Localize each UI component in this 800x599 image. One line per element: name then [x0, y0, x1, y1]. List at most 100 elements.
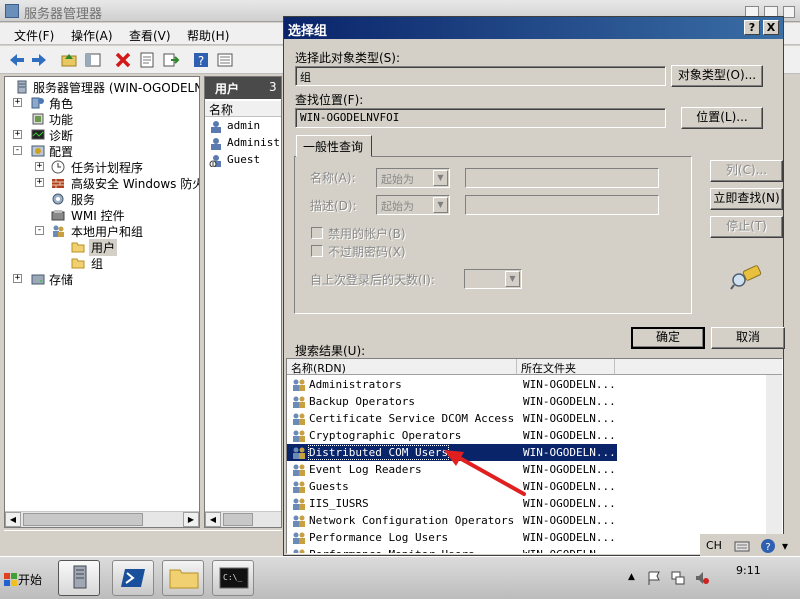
chevron-down-icon[interactable]: ▼ — [433, 197, 448, 213]
show-hidden-icons-icon[interactable]: ▲ — [628, 572, 635, 582]
result-name: Event Log Readers — [309, 463, 422, 476]
user-icon — [211, 138, 221, 150]
object-types-button[interactable]: 对象类型(O)... — [671, 65, 763, 87]
expand-icon[interactable]: + — [35, 162, 44, 171]
name-text-field[interactable] — [465, 168, 659, 188]
show-hide-tree-icon[interactable] — [84, 51, 102, 69]
result-row[interactable]: Backup Operators WIN-OGODELN... — [287, 393, 617, 410]
tree-horizontal-scrollbar[interactable]: ◀ ▶ — [5, 511, 199, 527]
expand-icon[interactable]: + — [35, 178, 44, 187]
action-center-flag-icon[interactable] — [646, 570, 662, 586]
scroll-thumb[interactable] — [23, 513, 143, 526]
find-now-button[interactable]: 立即查找(N) — [710, 188, 783, 210]
scroll-right-icon[interactable]: ▶ — [183, 512, 199, 527]
export-icon[interactable] — [162, 51, 180, 69]
help-question-button[interactable]: ? — [744, 20, 760, 35]
volume-muted-icon[interactable] — [694, 570, 710, 586]
scroll-left-icon[interactable]: ◀ — [5, 512, 21, 527]
dialog-close-button[interactable]: X — [763, 20, 779, 35]
search-results-list: 名称(RDN) 所在文件夹 Administrators WIN-OGODELN.… — [286, 358, 783, 554]
location-field: WIN-OGODELNVFOI — [295, 108, 666, 128]
keyboard-icon[interactable] — [734, 539, 750, 553]
group-icon — [293, 464, 305, 476]
group-icon — [293, 515, 305, 527]
column-header-name-rdn[interactable]: 名称(RDN) — [287, 359, 517, 375]
menu-file[interactable]: 文件(F) — [14, 27, 54, 44]
dialog-title: 选择组 — [288, 24, 328, 39]
network-icon[interactable] — [670, 570, 686, 586]
server-manager-icon — [73, 565, 87, 589]
tab-general-queries[interactable]: 一般性查询 — [296, 135, 372, 157]
up-folder-icon[interactable] — [60, 51, 78, 69]
start-button[interactable]: 开始 — [2, 563, 52, 597]
ime-menu-icon[interactable]: ▾ — [782, 539, 788, 553]
columns-button[interactable]: 列(C)... — [710, 160, 783, 182]
users-horizontal-scrollbar[interactable]: ◀ — [205, 511, 281, 527]
properties-icon[interactable] — [138, 51, 156, 69]
result-folder: WIN-OGODELN... — [523, 463, 616, 476]
tree-item-label: 配置 — [49, 145, 74, 159]
cancel-button[interactable]: 取消 — [711, 327, 785, 349]
disabled-accounts-checkbox[interactable] — [311, 227, 323, 239]
taskbar-command-prompt[interactable]: C:\_ — [212, 560, 254, 596]
taskbar-server-manager[interactable] — [58, 560, 100, 596]
result-row[interactable]: Network Configuration Operators WIN-OGODE… — [287, 512, 617, 529]
users-pane-count: 3 — [269, 80, 277, 94]
taskbar-powershell[interactable] — [112, 560, 154, 596]
stop-button[interactable]: 停止(T) — [710, 216, 783, 238]
column-header-name[interactable]: 名称 — [205, 101, 281, 117]
scroll-thumb[interactable] — [223, 513, 253, 526]
collapse-icon[interactable]: - — [35, 226, 44, 235]
chevron-down-icon[interactable]: ▼ — [433, 170, 448, 186]
tree-item-label: 高级安全 Windows 防火墙 — [71, 177, 199, 191]
search-results-label: 搜索结果(U): — [295, 344, 366, 358]
user-name: admin — [227, 119, 261, 132]
ok-button[interactable]: 确定 — [631, 327, 705, 349]
diagnostics-icon — [31, 129, 45, 140]
svg-text:?: ? — [765, 542, 770, 553]
name-match-value: 起始为 — [381, 173, 414, 186]
column-header-folder[interactable]: 所在文件夹 — [517, 359, 615, 375]
language-indicator[interactable]: CH — [706, 539, 722, 552]
result-folder: WIN-OGODELN... — [523, 480, 616, 493]
console-view-icon[interactable] — [216, 51, 234, 69]
tree-item-label: 任务计划程序 — [71, 161, 144, 175]
expand-icon[interactable]: + — [13, 274, 22, 283]
group-icon — [293, 532, 305, 544]
menu-view[interactable]: 查看(V) — [129, 27, 171, 44]
expand-icon[interactable]: + — [13, 130, 22, 139]
column-header-empty — [615, 359, 782, 375]
collapse-icon[interactable]: - — [13, 146, 22, 155]
tree-item-label: WMI 控件 — [71, 209, 125, 223]
results-vertical-scrollbar[interactable] — [766, 375, 782, 553]
name-match-combo[interactable]: 起始为 ▼ — [376, 168, 450, 188]
back-icon[interactable] — [8, 51, 26, 69]
group-icon — [293, 413, 305, 425]
locations-button[interactable]: 位置(L)... — [681, 107, 763, 129]
result-row[interactable]: Certificate Service DCOM Access WIN-OGODE… — [287, 410, 617, 427]
ime-help-icon[interactable]: ? — [760, 538, 776, 554]
non-expiring-password-checkbox[interactable] — [311, 245, 323, 257]
close-icon[interactable] — [783, 6, 795, 18]
taskbar-explorer[interactable] — [162, 560, 204, 596]
days-since-logon-combo[interactable]: ▼ — [464, 269, 522, 289]
clock[interactable]: 9:11 — [736, 564, 761, 577]
tree-item-label: 功能 — [49, 113, 74, 127]
menu-help[interactable]: 帮助(H) — [187, 27, 229, 44]
description-match-value: 起始为 — [381, 200, 414, 213]
help-icon[interactable]: ? — [192, 51, 210, 69]
chevron-down-icon[interactable]: ▼ — [505, 271, 520, 287]
result-row[interactable]: Administrators WIN-OGODELN... — [287, 376, 617, 393]
storage-icon — [31, 274, 45, 285]
forward-icon[interactable] — [30, 51, 48, 69]
expand-icon[interactable]: + — [13, 98, 22, 107]
result-row[interactable]: Performance Monitor Users WIN-OGODELN... — [287, 546, 617, 553]
menu-action[interactable]: 操作(A) — [71, 27, 113, 44]
delete-icon[interactable] — [114, 51, 132, 69]
description-match-combo[interactable]: 起始为 ▼ — [376, 195, 450, 215]
scroll-left-icon[interactable]: ◀ — [205, 512, 221, 527]
result-row[interactable]: Performance Log Users WIN-OGODELN... — [287, 529, 617, 546]
group-icon — [293, 396, 305, 408]
description-text-field[interactable] — [465, 195, 659, 215]
result-folder: WIN-OGODELN... — [523, 514, 616, 527]
